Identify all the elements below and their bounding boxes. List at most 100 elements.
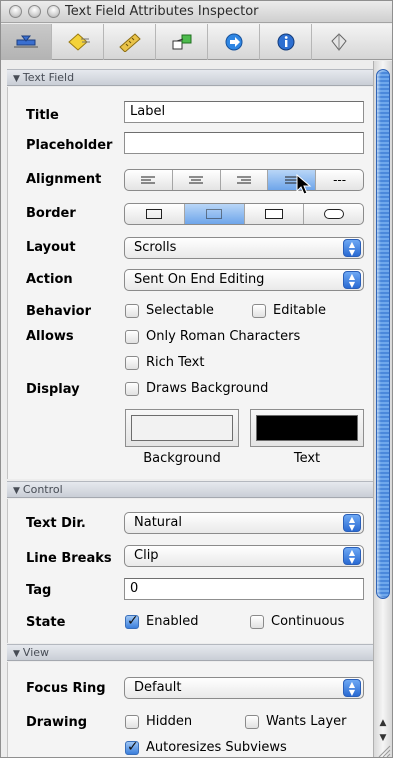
section-header-view[interactable]: ▼ View [7, 644, 373, 661]
draws-background-checkbox[interactable]: Draws Background [125, 381, 268, 396]
popup-arrows-icon: ▲ ▼ [343, 547, 361, 565]
align-right-icon [236, 176, 251, 184]
title-field[interactable]: Label [124, 101, 364, 123]
placeholder-label: Placeholder [26, 138, 113, 153]
border-square-button[interactable] [245, 204, 305, 224]
disclosure-triangle-icon: ▼ [13, 486, 20, 496]
draws-background-label: Draws Background [146, 381, 269, 396]
alignment-segmented-control[interactable]: --- [124, 169, 364, 191]
scroll-up-arrow-icon[interactable]: ▲ [374, 716, 392, 730]
autoresizes-checkbox[interactable]: ✓ Autoresizes Subviews [125, 738, 287, 755]
align-right-button[interactable] [221, 170, 269, 190]
tab-connections[interactable] [157, 24, 208, 60]
tab-size[interactable] [105, 24, 156, 60]
align-center-button[interactable] [173, 170, 221, 190]
popup-arrows-icon: ▲ ▼ [343, 271, 361, 289]
border-bezel-button[interactable] [184, 204, 245, 224]
wants-layer-label: Wants Layer [266, 714, 347, 729]
attributes-icon [14, 35, 38, 48]
resize-grip-icon[interactable] [377, 744, 391, 758]
background-color-well[interactable] [125, 409, 239, 447]
text-dir-popup[interactable]: Natural ▲ ▼ [124, 512, 364, 534]
tab-applescript[interactable] [313, 24, 364, 60]
vertical-scrollbar[interactable]: ▲ ▼ [373, 61, 392, 758]
autoresizes-label: Autoresizes Subviews [146, 740, 287, 755]
line-breaks-value: Clip [134, 548, 159, 563]
border-bezel-icon [206, 209, 223, 219]
hidden-label: Hidden [146, 714, 193, 729]
wants-layer-checkbox[interactable]: Wants Layer [245, 714, 346, 729]
align-natural-glyph: --- [333, 173, 347, 187]
checkbox-box[interactable] [252, 303, 266, 318]
align-left-icon [141, 176, 156, 184]
rich-text-label: Rich Text [146, 355, 205, 370]
checkbox-box[interactable] [250, 614, 264, 629]
rich-text-checkbox[interactable]: Rich Text [125, 355, 204, 370]
checkbox-box[interactable]: ✓ [125, 612, 139, 629]
close-window-button[interactable] [9, 5, 22, 18]
text-well-label: Text [293, 451, 321, 466]
section-header-text-field[interactable]: ▼ Text Field [7, 69, 373, 86]
background-well-label: Background [143, 451, 221, 466]
tab-effects[interactable] [53, 24, 104, 60]
layout-label: Layout [26, 240, 76, 255]
align-left-button[interactable] [125, 170, 173, 190]
inspector-content: ▼ Text Field Title Label Placeholder Alig… [1, 61, 373, 757]
checkmark-icon: ✓ [127, 612, 139, 629]
layout-value: Scrolls [134, 240, 177, 255]
tab-attributes[interactable] [1, 24, 52, 60]
only-roman-label: Only Roman Characters [146, 329, 301, 344]
border-line-button[interactable] [125, 204, 185, 224]
enabled-label: Enabled [146, 614, 199, 629]
selectable-checkbox[interactable]: Selectable [125, 303, 214, 318]
checkbox-box[interactable] [125, 355, 139, 370]
window-title: Text Field Attributes Inspector [65, 4, 259, 19]
focus-ring-value: Default [134, 680, 182, 695]
border-line-icon [146, 209, 163, 219]
applescript-icon [330, 33, 347, 51]
action-popup[interactable]: Sent On End Editing ▲ ▼ [124, 269, 364, 291]
checkbox-box[interactable] [125, 303, 139, 318]
popup-arrows-icon: ▲ ▼ [343, 239, 361, 257]
line-breaks-label: Line Breaks [26, 551, 112, 566]
continuous-checkbox[interactable]: Continuous [250, 614, 344, 629]
editable-label: Editable [273, 303, 327, 318]
section-header-control[interactable]: ▼ Control [7, 481, 373, 498]
text-color-swatch [256, 415, 358, 441]
only-roman-checkbox[interactable]: Only Roman Characters [125, 329, 300, 344]
checkbox-box[interactable] [125, 714, 139, 729]
tag-label: Tag [26, 583, 52, 598]
tab-bindings[interactable] [209, 24, 260, 60]
background-color-swatch [131, 415, 233, 441]
editable-checkbox[interactable]: Editable [252, 303, 326, 318]
checkbox-box[interactable] [245, 714, 259, 729]
minimize-window-button[interactable] [28, 5, 41, 18]
align-natural-button[interactable]: --- [316, 170, 363, 190]
mouse-pointer-icon [296, 174, 312, 195]
inspector-window: Text Field Attributes Inspector ▼ Text F… [0, 0, 393, 758]
popup-arrows-icon: ▲ ▼ [343, 514, 361, 532]
focus-ring-popup[interactable]: Default ▲ ▼ [124, 677, 364, 699]
title-bar[interactable]: Text Field Attributes Inspector [1, 1, 392, 23]
border-rounded-button[interactable] [304, 204, 363, 224]
scroll-knob[interactable] [376, 69, 390, 599]
layout-popup[interactable]: Scrolls ▲ ▼ [124, 237, 364, 259]
effects-icon [68, 33, 90, 51]
title-label: Title [26, 108, 59, 123]
checkmark-icon: ✓ [127, 738, 139, 755]
text-dir-value: Natural [134, 515, 182, 530]
checkbox-box[interactable]: ✓ [125, 738, 139, 755]
checkbox-box[interactable] [125, 329, 139, 344]
checkbox-box[interactable] [125, 381, 139, 396]
text-color-well[interactable] [250, 409, 364, 447]
scroll-down-arrow-icon[interactable]: ▼ [374, 731, 392, 745]
enabled-checkbox[interactable]: ✓ Enabled [125, 612, 199, 629]
tab-identity[interactable] [261, 24, 312, 60]
tag-field[interactable]: 0 [124, 578, 364, 600]
action-value: Sent On End Editing [134, 272, 265, 287]
hidden-checkbox[interactable]: Hidden [125, 714, 192, 729]
line-breaks-popup[interactable]: Clip ▲ ▼ [124, 545, 364, 567]
border-segmented-control[interactable] [124, 203, 364, 225]
zoom-window-button[interactable] [47, 5, 60, 18]
placeholder-field[interactable] [124, 132, 364, 154]
